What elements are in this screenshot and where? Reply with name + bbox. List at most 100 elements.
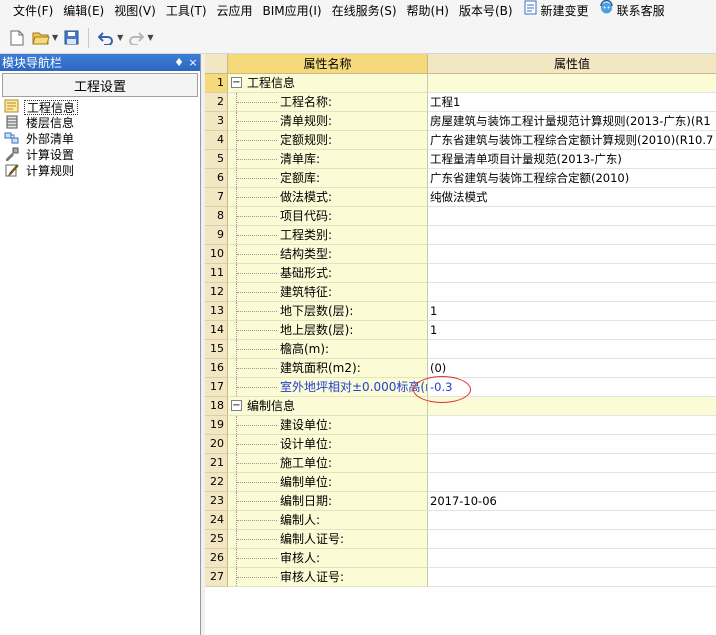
group-row[interactable]: 18− 编制信息: [205, 397, 716, 416]
property-value-cell[interactable]: 广东省建筑与装饰工程综合定额计算规则(2010)(R10.7: [428, 131, 716, 150]
menu-item-9[interactable]: 新建变更: [518, 0, 594, 22]
pin-icon[interactable]: ♦: [172, 56, 186, 69]
property-name-cell[interactable]: 编制日期:: [228, 492, 428, 511]
property-value-cell[interactable]: [428, 454, 716, 473]
property-name-cell[interactable]: 清单规则:: [228, 112, 428, 131]
property-value-cell[interactable]: [428, 245, 716, 264]
table-row[interactable]: 6 定额库: 广东省建筑与装饰工程综合定额(2010): [205, 169, 716, 188]
nav-item[interactable]: 外部清单: [0, 131, 200, 147]
property-value-cell[interactable]: (0): [428, 359, 716, 378]
table-row[interactable]: 5 清单库: 工程量清单项目计量规范(2013-广东): [205, 150, 716, 169]
property-name-cell[interactable]: 室外地坪相对±0.000标高(m):: [228, 378, 428, 397]
new-file-icon[interactable]: [6, 27, 28, 49]
property-value-cell[interactable]: [428, 435, 716, 454]
property-name-cell[interactable]: 定额库:: [228, 169, 428, 188]
property-value-cell[interactable]: [428, 283, 716, 302]
menu-item-0[interactable]: 文件(F): [8, 0, 58, 22]
property-name-cell[interactable]: 檐高(m):: [228, 340, 428, 359]
column-header-value[interactable]: 属性值: [428, 54, 716, 74]
redo-icon[interactable]: [125, 27, 147, 49]
property-value-cell[interactable]: -0.3: [428, 378, 716, 397]
property-value-cell[interactable]: [428, 549, 716, 568]
property-name-cell[interactable]: 清单库:: [228, 150, 428, 169]
table-row[interactable]: 17 室外地坪相对±0.000标高(m):-0.3: [205, 378, 716, 397]
table-row[interactable]: 20 设计单位:: [205, 435, 716, 454]
row-number[interactable]: 1: [205, 74, 228, 93]
menu-item-5[interactable]: BIM应用(I): [258, 0, 327, 22]
property-name-cell[interactable]: 工程名称:: [228, 93, 428, 112]
property-name-cell[interactable]: 结构类型:: [228, 245, 428, 264]
row-number[interactable]: 6: [205, 169, 228, 188]
table-row[interactable]: 4 定额规则: 广东省建筑与装饰工程综合定额计算规则(2010)(R10.7: [205, 131, 716, 150]
table-row[interactable]: 13 地下层数(层): 1: [205, 302, 716, 321]
property-value-cell[interactable]: [428, 340, 716, 359]
table-row[interactable]: 15 檐高(m):: [205, 340, 716, 359]
row-number[interactable]: 25: [205, 530, 228, 549]
property-value-cell[interactable]: 工程量清单项目计量规范(2013-广东): [428, 150, 716, 169]
table-row[interactable]: 21 施工单位:: [205, 454, 716, 473]
property-name-cell[interactable]: 建设单位:: [228, 416, 428, 435]
table-row[interactable]: 11 基础形式:: [205, 264, 716, 283]
property-value-cell[interactable]: 1: [428, 321, 716, 340]
chevron-down-icon[interactable]: ▼: [117, 33, 123, 42]
row-number[interactable]: 27: [205, 568, 228, 587]
menu-item-2[interactable]: 视图(V): [109, 0, 161, 22]
table-row[interactable]: 24 编制人:: [205, 511, 716, 530]
close-icon[interactable]: ×: [186, 56, 200, 69]
property-name-cell[interactable]: 审核人证号:: [228, 568, 428, 587]
pane-section-header[interactable]: 工程设置: [2, 73, 198, 97]
table-row[interactable]: 7 做法模式: 纯做法模式: [205, 188, 716, 207]
row-number[interactable]: 9: [205, 226, 228, 245]
table-row[interactable]: 9 工程类别:: [205, 226, 716, 245]
row-number[interactable]: 5: [205, 150, 228, 169]
row-number[interactable]: 3: [205, 112, 228, 131]
save-icon[interactable]: [60, 27, 82, 49]
property-name-cell[interactable]: 建筑面积(m2):: [228, 359, 428, 378]
property-value-cell[interactable]: [428, 511, 716, 530]
table-row[interactable]: 2 工程名称: 工程1: [205, 93, 716, 112]
table-row[interactable]: 16 建筑面积(m2): (0): [205, 359, 716, 378]
menu-item-3[interactable]: 工具(T): [161, 0, 212, 22]
row-number[interactable]: 16: [205, 359, 228, 378]
property-name-cell[interactable]: − 编制信息: [228, 397, 428, 416]
row-number[interactable]: 19: [205, 416, 228, 435]
property-name-cell[interactable]: 基础形式:: [228, 264, 428, 283]
open-folder-icon[interactable]: [30, 27, 52, 49]
property-value-cell[interactable]: 2017-10-06: [428, 492, 716, 511]
property-name-cell[interactable]: 编制单位:: [228, 473, 428, 492]
row-number[interactable]: 24: [205, 511, 228, 530]
property-name-cell[interactable]: 审核人:: [228, 549, 428, 568]
property-name-cell[interactable]: 做法模式:: [228, 188, 428, 207]
column-header-name[interactable]: 属性名称: [228, 54, 428, 74]
property-name-cell[interactable]: 定额规则:: [228, 131, 428, 150]
row-number[interactable]: 21: [205, 454, 228, 473]
property-name-cell[interactable]: 设计单位:: [228, 435, 428, 454]
property-name-cell[interactable]: 工程类别:: [228, 226, 428, 245]
property-value-cell[interactable]: [428, 74, 716, 93]
table-row[interactable]: 25 编制人证号:: [205, 530, 716, 549]
table-row[interactable]: 27 审核人证号:: [205, 568, 716, 587]
row-number[interactable]: 17: [205, 378, 228, 397]
row-number[interactable]: 12: [205, 283, 228, 302]
chevron-down-icon[interactable]: ▼: [52, 33, 58, 42]
menu-item-6[interactable]: 在线服务(S): [327, 0, 402, 22]
nav-item[interactable]: 楼层信息: [0, 115, 200, 131]
row-number[interactable]: 20: [205, 435, 228, 454]
row-number[interactable]: 22: [205, 473, 228, 492]
nav-item[interactable]: 工程信息: [0, 99, 200, 115]
row-number[interactable]: 10: [205, 245, 228, 264]
row-number[interactable]: 14: [205, 321, 228, 340]
property-name-cell[interactable]: 编制人:: [228, 511, 428, 530]
property-name-cell[interactable]: − 工程信息: [228, 74, 428, 93]
property-name-cell[interactable]: 地下层数(层):: [228, 302, 428, 321]
table-row[interactable]: 19 建设单位:: [205, 416, 716, 435]
undo-icon[interactable]: [95, 27, 117, 49]
collapse-icon[interactable]: −: [231, 400, 242, 411]
property-value-cell[interactable]: [428, 530, 716, 549]
property-value-cell[interactable]: [428, 568, 716, 587]
property-value-cell[interactable]: [428, 207, 716, 226]
table-row[interactable]: 3 清单规则: 房屋建筑与装饰工程计量规范计算规则(2013-广东)(R1: [205, 112, 716, 131]
nav-item[interactable]: 计算规则: [0, 163, 200, 179]
property-value-cell[interactable]: 工程1: [428, 93, 716, 112]
table-row[interactable]: 26 审核人:: [205, 549, 716, 568]
